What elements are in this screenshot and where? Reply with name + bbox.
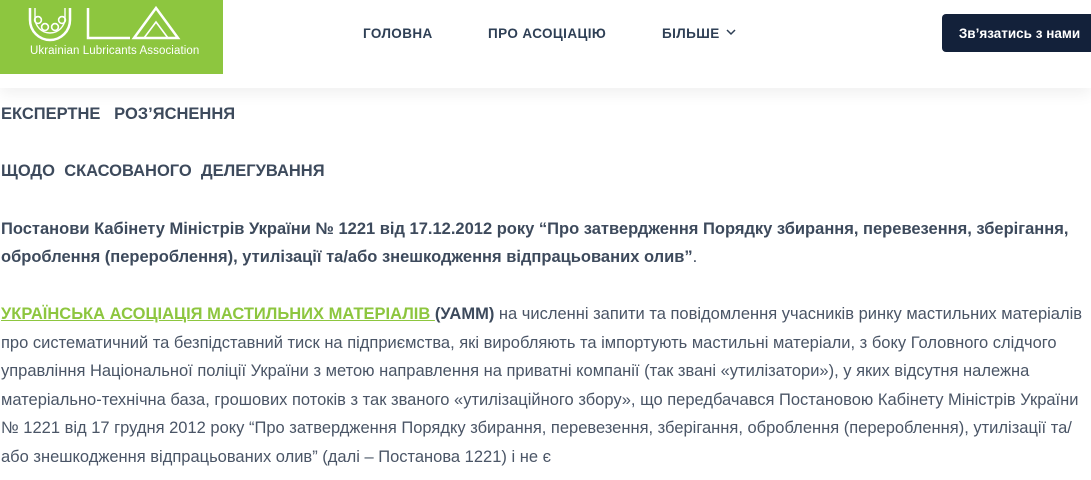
site-logo[interactable]: Ukrainian Lubricants Association (0, 0, 223, 74)
contact-us-button[interactable]: Зв’язатись з нами (942, 14, 1091, 52)
body-text: на численні запити та повідомлення учасн… (1, 305, 1083, 466)
decree-title: Постанови Кабінету Міністрів України № 1… (1, 220, 1069, 266)
ula-logo-icon (28, 6, 181, 42)
decree-tail: . (692, 248, 698, 266)
body-paragraph: УКРАЇНСЬКА АСОЦІАЦІЯ МАСТИЛЬНИХ МАТЕРІАЛ… (1, 300, 1086, 471)
article-heading-2: ЩОДО СКАСОВАНОГО ДЕЛЕГУВАННЯ (1, 162, 325, 180)
chevron-down-icon[interactable] (726, 28, 736, 36)
association-abbr: (УАММ) (434, 305, 495, 323)
nav-about[interactable]: ПРО АСОЦІАЦІЮ (488, 26, 606, 41)
association-link[interactable]: УКРАЇНСЬКА АСОЦІАЦІЯ МАСТИЛЬНИХ МАТЕРІАЛ… (1, 305, 435, 323)
nav-home[interactable]: ГОЛОВНА (363, 26, 433, 41)
logo-tagline: Ukrainian Lubricants Association (30, 45, 200, 57)
article-heading-1: ЕКСПЕРТНЕ РОЗ’ЯСНЕННЯ (1, 105, 236, 123)
nav-more[interactable]: БІЛЬШЕ (662, 26, 720, 41)
decree-paragraph: Постанови Кабінету Міністрів України № 1… (1, 215, 1086, 271)
site-header: Ukrainian Lubricants Association ГОЛОВНА… (0, 0, 1091, 88)
